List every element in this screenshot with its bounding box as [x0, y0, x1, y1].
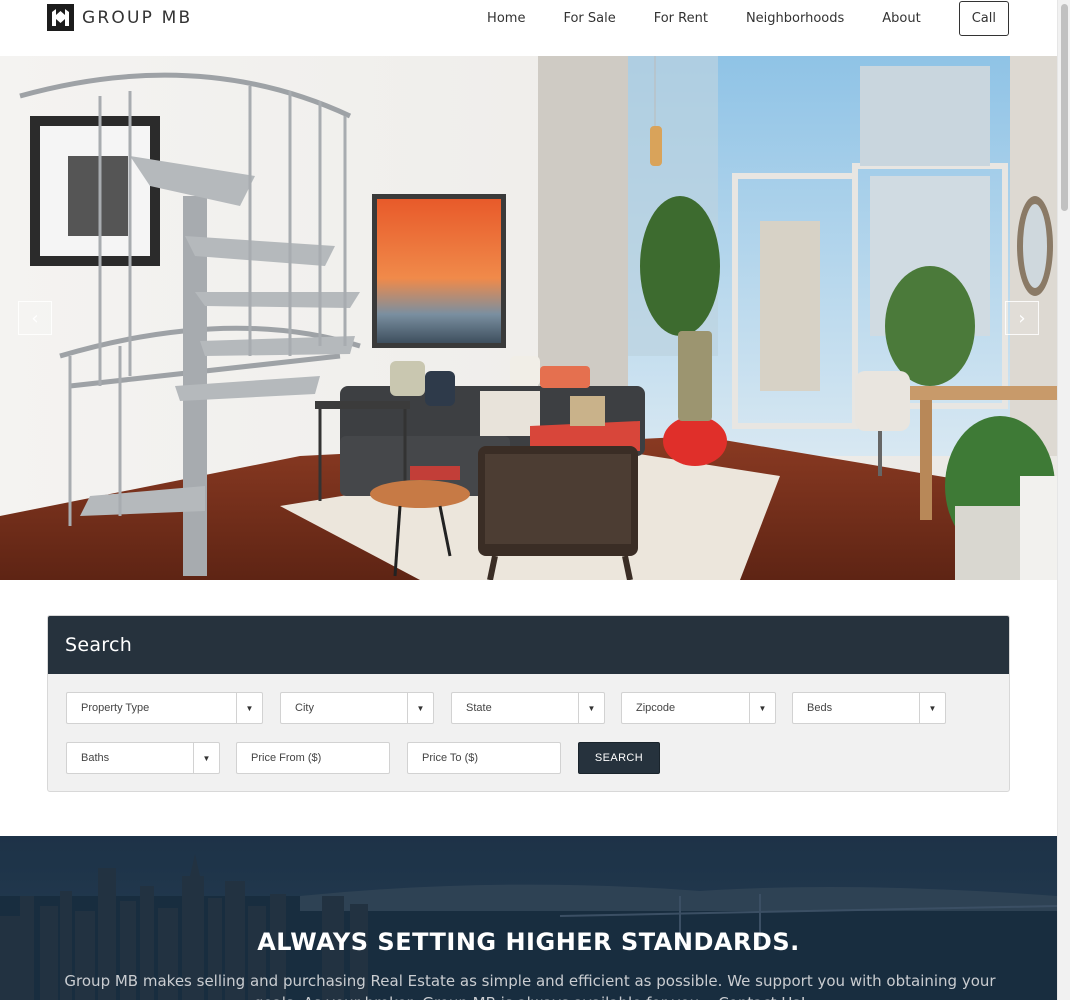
- nav-about[interactable]: About: [882, 11, 920, 26]
- brand-name: GROUP MB: [82, 7, 193, 28]
- hero-prev-button[interactable]: ‹: [18, 301, 52, 335]
- caret-down-icon: ▼: [578, 693, 604, 723]
- nav-home[interactable]: Home: [487, 11, 525, 26]
- standards-banner: ALWAYS SETTING HIGHER STANDARDS. Group M…: [0, 836, 1057, 1000]
- page-scrollbar[interactable]: [1057, 0, 1070, 1000]
- price-from-input[interactable]: Price From ($): [236, 742, 390, 774]
- nav-neighborhoods[interactable]: Neighborhoods: [746, 11, 844, 26]
- caret-down-icon: ▼: [236, 693, 262, 723]
- site-header: GROUP MB Home For Sale For Rent Neighbor…: [0, 0, 1057, 56]
- nav-for-rent[interactable]: For Rent: [654, 11, 708, 26]
- caret-down-icon: ▼: [919, 693, 945, 723]
- baths-select[interactable]: Baths ▼: [66, 742, 220, 774]
- property-type-value: Property Type: [81, 702, 150, 714]
- logo-mark-icon: [47, 4, 74, 31]
- search-button[interactable]: SEARCH: [578, 742, 660, 774]
- price-from-placeholder: Price From ($): [251, 752, 322, 764]
- hero-next-button[interactable]: ›: [1005, 301, 1039, 335]
- chevron-left-icon: ‹: [31, 307, 39, 329]
- hero-image: [0, 56, 1057, 580]
- logo[interactable]: GROUP MB: [47, 4, 192, 31]
- city-select[interactable]: City ▼: [280, 692, 434, 724]
- scrollbar-thumb[interactable]: [1061, 4, 1068, 211]
- price-to-input[interactable]: Price To ($): [407, 742, 561, 774]
- zipcode-value: Zipcode: [636, 702, 676, 714]
- search-panel: Search Property Type ▼ City ▼ State ▼ Zi…: [47, 615, 1010, 792]
- caret-down-icon: ▼: [407, 693, 433, 723]
- main-nav: Home For Sale For Rent Neighborhoods Abo…: [449, 0, 1009, 36]
- zipcode-select[interactable]: Zipcode ▼: [621, 692, 776, 724]
- nav-for-sale[interactable]: For Sale: [563, 11, 615, 26]
- state-select[interactable]: State ▼: [451, 692, 605, 724]
- caret-down-icon: ▼: [749, 693, 775, 723]
- banner-text: Group MB makes selling and purchasing Re…: [64, 972, 996, 1000]
- price-to-placeholder: Price To ($): [422, 752, 479, 764]
- city-value: City: [295, 702, 314, 714]
- search-title: Search: [48, 616, 1009, 674]
- state-value: State: [466, 702, 492, 714]
- banner-title: ALWAYS SETTING HIGHER STANDARDS.: [257, 928, 800, 956]
- property-type-select[interactable]: Property Type ▼: [66, 692, 263, 724]
- beds-value: Beds: [807, 702, 833, 714]
- hero-slideshow: ‹ ›: [0, 56, 1057, 580]
- call-button[interactable]: Call: [958, 0, 1009, 36]
- baths-value: Baths: [81, 752, 110, 764]
- caret-down-icon: ▼: [193, 743, 219, 773]
- beds-select[interactable]: Beds ▼: [792, 692, 946, 724]
- chevron-right-icon: ›: [1018, 307, 1026, 329]
